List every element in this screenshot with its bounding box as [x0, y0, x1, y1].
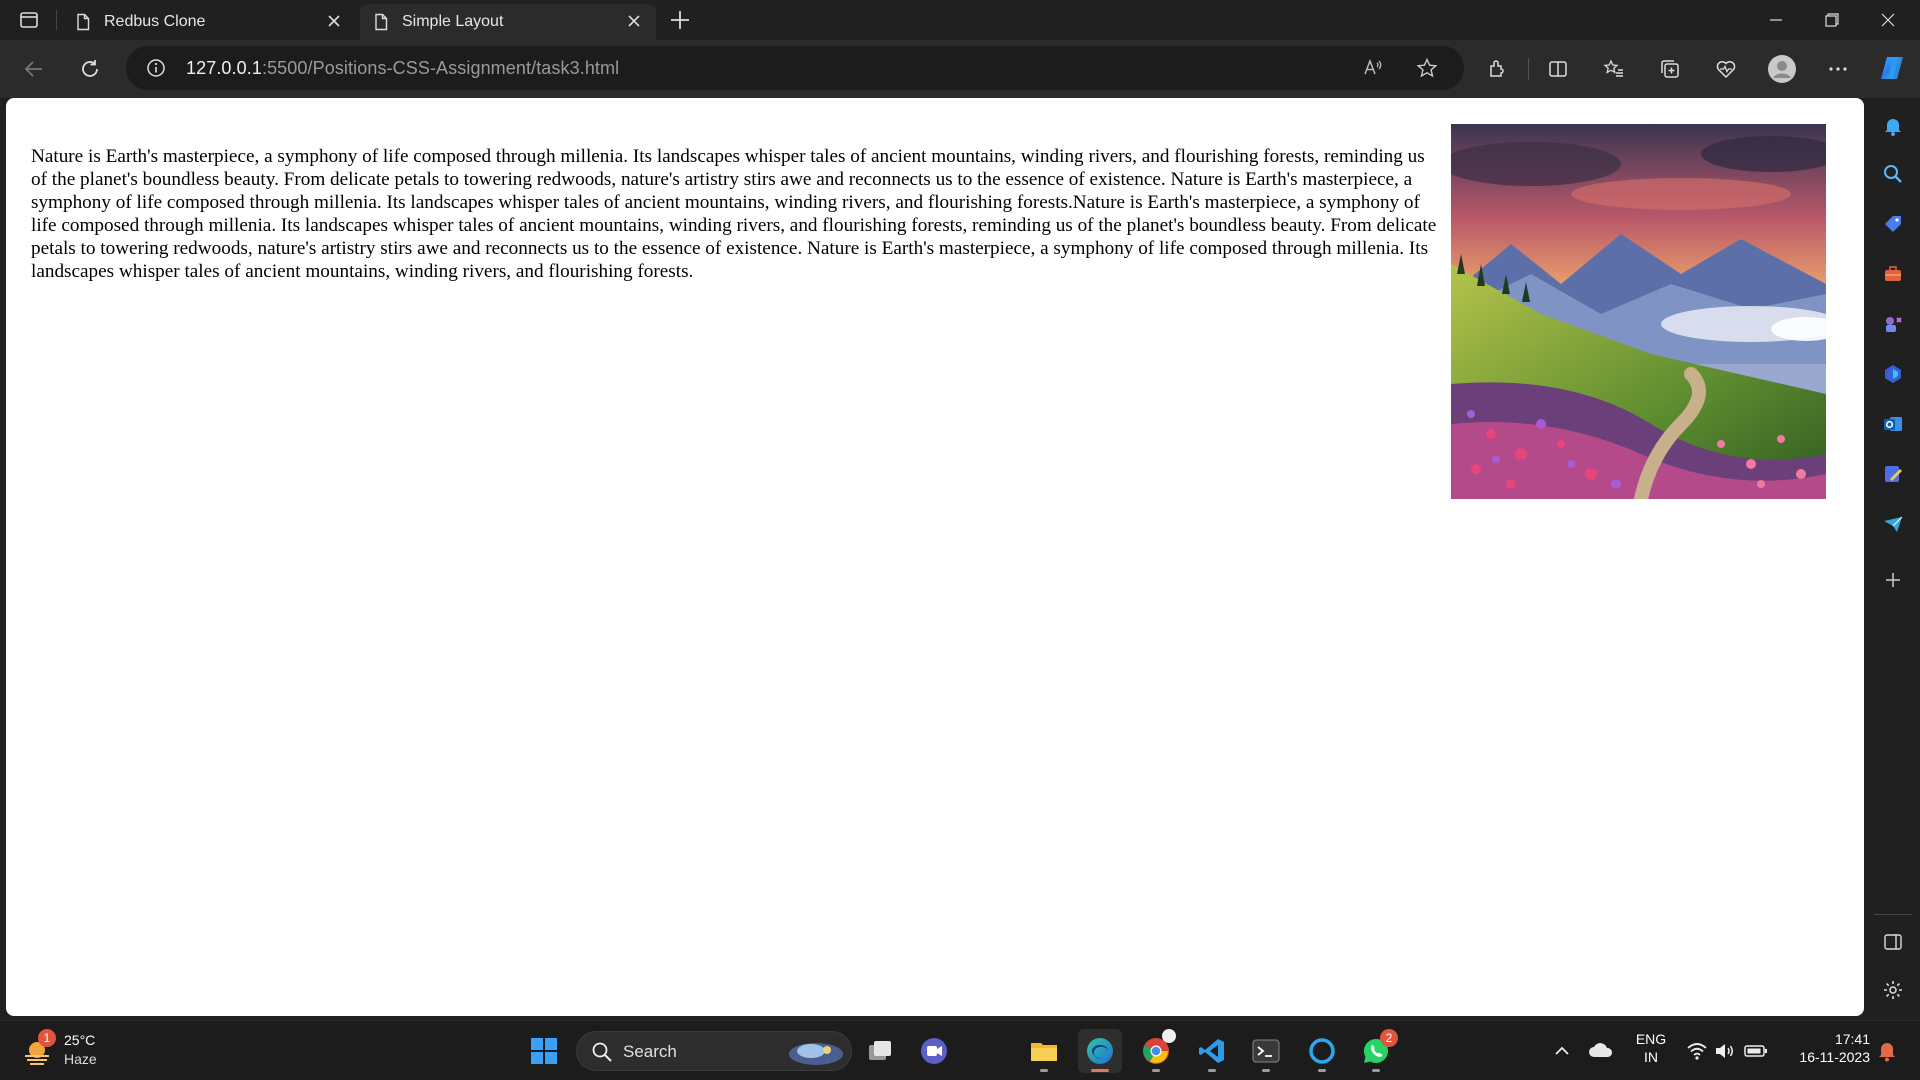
tab-title: Simple Layout — [402, 13, 504, 30]
running-indicator — [1152, 1069, 1160, 1072]
collections-icon[interactable] — [1654, 53, 1686, 85]
language-code: ENG — [1635, 1031, 1667, 1047]
page-icon — [372, 13, 390, 31]
weather-condition: Haze — [64, 1051, 97, 1067]
sidebar-settings-gear-icon[interactable] — [1877, 974, 1909, 1006]
restore-button[interactable] — [1804, 0, 1860, 40]
add-sidebar-app-icon[interactable] — [1877, 564, 1909, 596]
file-explorer-icon[interactable] — [1022, 1029, 1066, 1073]
designer-icon[interactable] — [1877, 458, 1909, 490]
browser-tab-bar: Redbus Clone Simple Layout — [0, 0, 1920, 40]
search-icon — [591, 1041, 613, 1063]
web-page-viewport: Nature is Earth's masterpiece, a symphon… — [6, 98, 1864, 1016]
tab-simple-layout[interactable]: Simple Layout — [360, 4, 656, 40]
show-hidden-icons-chevron-up-icon[interactable] — [1552, 1041, 1572, 1061]
terminal-icon[interactable] — [1244, 1029, 1288, 1073]
clock[interactable]: 17:41 16-11-2023 — [1782, 1031, 1870, 1065]
read-aloud-icon[interactable] — [1362, 57, 1384, 79]
chrome-icon[interactable] — [1134, 1029, 1178, 1073]
battery-icon[interactable] — [1744, 1041, 1768, 1061]
search-highlight-icon — [787, 1038, 845, 1066]
games-icon[interactable] — [1877, 308, 1909, 340]
sidebar-divider — [1874, 914, 1912, 915]
clock-date: 16-11-2023 — [1799, 1049, 1870, 1065]
extensions-icon[interactable] — [1482, 53, 1514, 85]
weather-temp: 25°C — [64, 1032, 96, 1048]
outlook-icon[interactable] — [1877, 408, 1909, 440]
edge-sidebar — [1866, 98, 1920, 1016]
refresh-icon[interactable] — [74, 53, 106, 85]
running-indicator — [1372, 1069, 1380, 1072]
url-host: 127.0.0.1 — [186, 58, 262, 78]
weather-widget[interactable]: 1 25°C Haze — [20, 1029, 110, 1073]
whatsapp-icon[interactable]: 2 — [1354, 1029, 1398, 1073]
favorites-icon[interactable] — [1598, 53, 1630, 85]
browser-essentials-icon[interactable] — [1710, 53, 1742, 85]
teams-chat-icon[interactable] — [912, 1029, 956, 1073]
whatsapp-unread-badge: 2 — [1380, 1029, 1398, 1047]
close-icon[interactable] — [326, 13, 342, 29]
browser-toolbar: 127.0.0.1:5500/Positions-CSS-Assignment/… — [0, 40, 1920, 98]
profile-badge-icon — [1162, 1029, 1176, 1043]
address-bar[interactable]: 127.0.0.1:5500/Positions-CSS-Assignment/… — [126, 46, 1464, 90]
windows-taskbar: 1 25°C Haze Search 2 ENG IN 17:41 16-11-… — [0, 1020, 1920, 1080]
nature-paragraph: Nature is Earth's masterpiece, a symphon… — [31, 146, 1437, 282]
task-view-icon[interactable] — [858, 1029, 902, 1073]
running-indicator — [1040, 1069, 1048, 1072]
wifi-icon[interactable] — [1686, 1041, 1708, 1061]
tools-briefcase-icon[interactable] — [1877, 258, 1909, 290]
tab-title: Redbus Clone — [104, 13, 206, 30]
vscode-icon[interactable] — [1190, 1029, 1234, 1073]
shopping-tag-icon[interactable] — [1877, 208, 1909, 240]
running-indicator — [1318, 1069, 1326, 1072]
close-window-button[interactable] — [1860, 0, 1916, 40]
edge-browser-icon[interactable] — [1078, 1029, 1122, 1073]
taskbar-search-box[interactable]: Search — [576, 1031, 852, 1071]
minimize-button[interactable] — [1748, 0, 1804, 40]
clock-time: 17:41 — [1834, 1031, 1870, 1047]
page-icon — [74, 13, 92, 31]
notification-bell-icon[interactable] — [1876, 1039, 1898, 1063]
url-text[interactable]: 127.0.0.1:5500/Positions-CSS-Assignment/… — [186, 58, 619, 79]
region-code: IN — [1644, 1049, 1658, 1065]
avatar[interactable] — [1766, 53, 1798, 85]
start-button[interactable] — [522, 1029, 566, 1073]
onedrive-cloud-icon[interactable] — [1588, 1039, 1614, 1061]
search-icon[interactable] — [1877, 158, 1909, 190]
language-indicator[interactable]: ENG IN — [1628, 1031, 1674, 1065]
microsoft-365-icon[interactable] — [1877, 358, 1909, 390]
drop-send-icon[interactable] — [1877, 508, 1909, 540]
cortana-icon[interactable] — [1300, 1029, 1344, 1073]
tab-actions-icon[interactable] — [18, 9, 40, 31]
copilot-icon[interactable] — [1876, 52, 1908, 84]
search-label: Search — [623, 1042, 677, 1061]
back-icon[interactable] — [18, 53, 50, 85]
new-tab-button[interactable] — [668, 8, 692, 32]
landscape-image — [1441, 124, 1841, 506]
url-path: :5500/Positions-CSS-Assignment/task3.htm… — [261, 58, 620, 78]
site-info-icon[interactable] — [146, 58, 166, 78]
more-options-icon[interactable] — [1822, 53, 1854, 85]
weather-alert-badge: 1 — [38, 1029, 56, 1047]
tab-redbus-clone[interactable]: Redbus Clone — [62, 4, 356, 40]
notifications-bell-icon[interactable] — [1877, 110, 1909, 142]
tab-divider — [56, 10, 57, 30]
hide-sidebar-icon[interactable] — [1877, 926, 1909, 958]
split-screen-icon[interactable] — [1542, 53, 1574, 85]
close-icon[interactable] — [626, 13, 642, 29]
favorite-star-icon[interactable] — [1416, 57, 1438, 79]
toolbar-divider — [1528, 58, 1529, 80]
active-indicator — [1091, 1069, 1109, 1072]
running-indicator — [1262, 1069, 1270, 1072]
volume-icon[interactable] — [1714, 1041, 1736, 1061]
running-indicator — [1208, 1069, 1216, 1072]
